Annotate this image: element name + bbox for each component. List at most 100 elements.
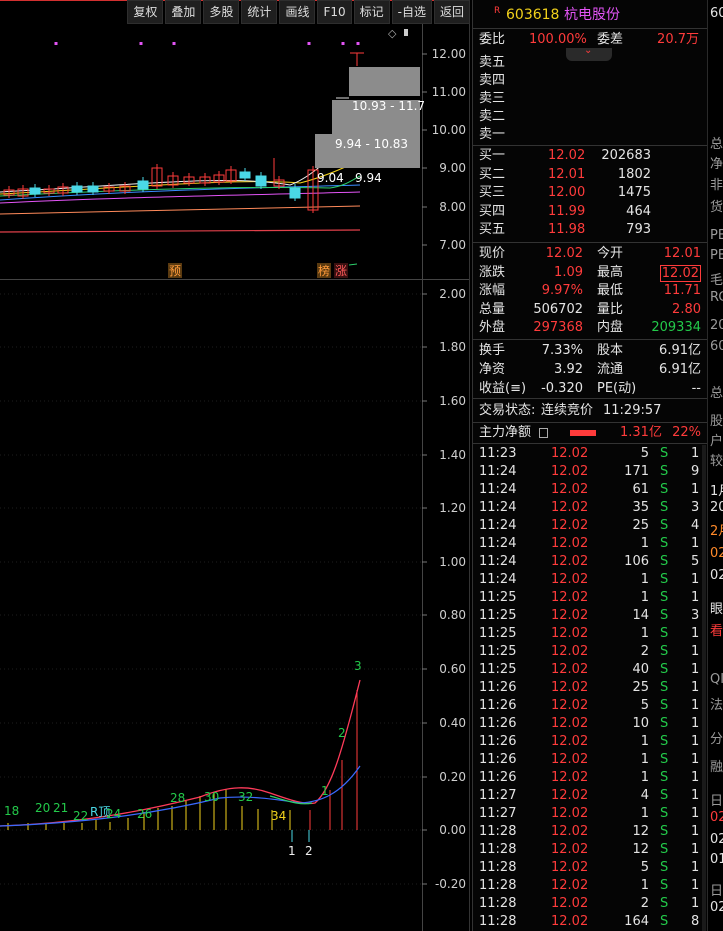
order-label: 卖三 — [479, 91, 506, 106]
tick-volume: 1 — [640, 734, 649, 749]
toolbar-button-multi-stock[interactable]: 多股 — [203, 0, 240, 24]
tick-row: 11:24 12.02 1 S 1 — [473, 535, 707, 553]
stock-header: R 603618 杭电股份 — [473, 6, 707, 26]
indicator-axis-label: 0.00 — [439, 823, 466, 837]
zone-label: 10.93 - 11.7 — [352, 99, 425, 113]
tick-count: 1 — [691, 626, 700, 641]
tick-row: 11:24 12.02 25 S 4 — [473, 517, 707, 535]
tick-row: 11:25 12.02 1 S 1 — [473, 625, 707, 643]
buy-row: 买三 12.00 1475 — [473, 184, 707, 202]
finance-value: -0.320 — [541, 381, 583, 396]
stock-code[interactable]: 603618 — [506, 6, 559, 24]
sell-row: 卖四 — [473, 72, 707, 90]
side-info-item: 户 — [710, 434, 723, 449]
quote-value: 209334 — [651, 320, 701, 335]
tick-row: 11:27 12.02 4 S 1 — [473, 787, 707, 805]
toolbar-button-back[interactable]: 返回 — [433, 0, 470, 24]
finance-value: -- — [691, 381, 701, 396]
order-label: 买四 — [479, 203, 506, 219]
signal-dot — [172, 42, 176, 45]
main-flow-label: 主力净额 — [479, 425, 532, 440]
tick-direction: S — [660, 536, 669, 551]
side-info-item: 净 — [710, 157, 723, 172]
tick-time: 11:28 — [479, 824, 517, 839]
indicator-label: 20 — [35, 801, 50, 815]
side-info-item: 02 — [710, 546, 723, 561]
toolbar: 复权 叠加 多股 统计 画线 F10 标记 -自选 返回 — [0, 0, 470, 24]
toolbar-button-remove-watchlist[interactable]: -自选 — [391, 0, 432, 24]
candle-body — [137, 180, 149, 190]
order-label: 买五 — [479, 222, 506, 237]
side-info-item: 日 — [710, 884, 723, 899]
flow-bar — [570, 430, 596, 436]
tick-volume: 35 — [632, 500, 649, 515]
quote-label: 最低 — [597, 283, 624, 298]
sell-row: 卖一 — [473, 126, 707, 144]
tick-row: 11:28 12.02 12 S 1 — [473, 823, 707, 841]
finance-value: 6.91亿 — [659, 343, 701, 358]
tick-direction: S — [660, 806, 669, 821]
order-label: 卖一 — [479, 127, 506, 142]
tick-time: 11:24 — [479, 500, 517, 515]
tick-count: 1 — [691, 734, 700, 749]
toolbar-button-stats[interactable]: 统计 — [241, 0, 278, 24]
tick-time: 11:24 — [479, 554, 517, 569]
tick-time: 11:28 — [479, 878, 517, 893]
tick-volume: 1 — [640, 590, 649, 605]
signal-dot — [307, 42, 311, 45]
finance-label: 流通 — [597, 362, 624, 377]
tick-time: 11:23 — [479, 446, 517, 461]
indicator-label: 22 — [73, 809, 88, 823]
marker-label: 榜 — [318, 263, 330, 278]
stock-name[interactable]: 杭电股份 — [564, 6, 620, 24]
kline-chart[interactable]: 12.0011.0010.009.008.007.002.001.801.601… — [0, 0, 470, 931]
side-info-item: RC — [710, 290, 723, 305]
side-info-item: 02 — [710, 568, 723, 583]
price-axis-label: 8.00 — [439, 200, 466, 214]
side-info-item: 总 — [710, 386, 723, 401]
tick-row: 11:25 12.02 1 S 1 — [473, 589, 707, 607]
finance-label: PE(动) — [597, 381, 637, 396]
order-volume: 464 — [626, 203, 651, 219]
side-info-item: 眼 — [710, 602, 723, 617]
list-icon[interactable] — [539, 428, 548, 438]
toolbar-button-fuquan[interactable]: 复权 — [127, 0, 164, 24]
toolbar-button-overlay[interactable]: 叠加 — [165, 0, 202, 24]
quote-value: 12.02 — [659, 264, 701, 282]
tick-row: 11:28 12.02 1 S 1 — [473, 877, 707, 895]
indicator-axis-label: 1.60 — [439, 394, 466, 408]
toolbar-button-draw-line[interactable]: 画线 — [279, 0, 316, 24]
signal-dot — [341, 42, 345, 45]
chart-area[interactable]: 12.00 11.00 10.00 9.00 8.00 7.00 2.00 1.80 1.60 1… — [0, 0, 470, 931]
tick-row: 11:24 12.02 171 S 9 — [473, 463, 707, 481]
tick-volume: 1 — [640, 626, 649, 641]
quote-row: 外盘 297368 内盘 209334 — [473, 319, 707, 337]
tick-direction: S — [660, 644, 669, 659]
finance-row: 换手 7.33% 股本 6.91亿 — [473, 342, 707, 360]
tick-count: 1 — [691, 482, 700, 497]
tick-count: 3 — [691, 608, 700, 623]
main-flow-row: 主力净额 1.31亿 22% — [473, 424, 707, 442]
indicator-label: 28 — [170, 791, 185, 805]
side-info-item: 60 — [710, 339, 723, 354]
tick-count: 1 — [691, 572, 700, 587]
toolbar-button-f10[interactable]: F10 — [317, 0, 352, 24]
tick-price: 12.02 — [551, 554, 589, 569]
zone-label: 9.94 — [355, 171, 382, 185]
tick-direction: S — [660, 824, 669, 839]
tick-count: 1 — [691, 446, 700, 461]
order-price: 11.99 — [548, 203, 586, 219]
tick-time: 11:28 — [479, 860, 517, 875]
scroll-handle-icon[interactable] — [404, 29, 408, 36]
tick-price: 12.02 — [551, 860, 589, 875]
tick-time: 11:25 — [479, 662, 517, 677]
marker-label: 涨 — [335, 263, 347, 278]
tick-row: 11:28 12.02 2 S 1 — [473, 895, 707, 913]
tick-row: 11:24 12.02 106 S 5 — [473, 553, 707, 571]
toolbar-button-mark[interactable]: 标记 — [353, 0, 390, 24]
quote-panel: R 603618 杭电股份 委比 100.00% 委差 20.7万 ⌄ 卖五 卖四… — [472, 0, 707, 931]
tick-price: 12.02 — [551, 788, 589, 803]
tick-scrollbar[interactable] — [702, 445, 706, 931]
sell-row: 卖二 — [473, 108, 707, 126]
buy-row: 买二 12.01 1802 — [473, 166, 707, 184]
